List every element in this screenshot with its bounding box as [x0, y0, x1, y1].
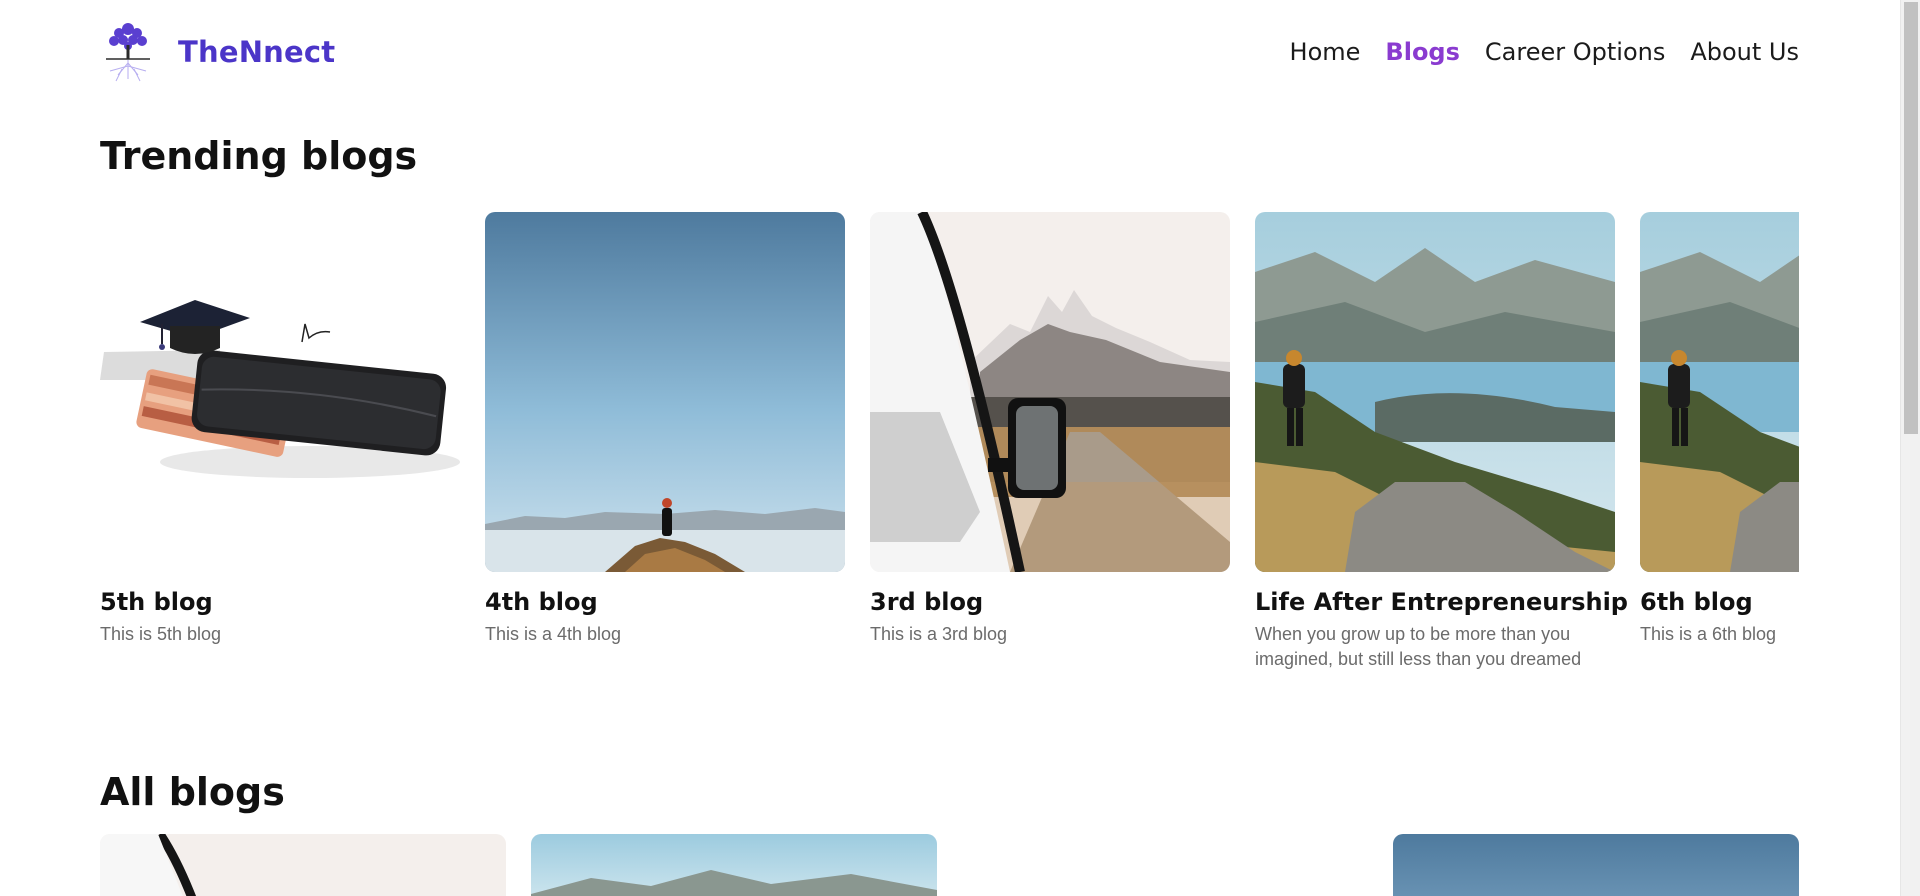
blog-thumbnail[interactable]	[1393, 834, 1799, 896]
scrollbar-thumb[interactable]	[1904, 2, 1918, 434]
blog-card-description: This is a 3rd blog	[870, 624, 1008, 644]
blog-card-description: This is a 4th blog	[485, 624, 622, 644]
nav-blogs[interactable]: Blogs	[1385, 38, 1459, 66]
nav-home[interactable]: Home	[1290, 38, 1361, 66]
blog-card-title: 3rd blog	[870, 588, 984, 616]
blog-card-title: Life After Entrepreneurship	[1255, 588, 1628, 616]
all-blogs-title: All blogs	[100, 770, 285, 814]
blog-card[interactable]: 4th blog This is a 4th blog	[485, 212, 845, 682]
blog-image-mountain-sky	[485, 212, 845, 572]
blog-card-title: 4th blog	[485, 588, 598, 616]
blog-card[interactable]: 6th blog This is a 6th blog	[1640, 212, 1799, 682]
trending-carousel: 5th blog This is 5th blog 4th blog This …	[100, 212, 1799, 682]
blog-card[interactable]: Life After Entrepreneurship When you gro…	[1255, 212, 1628, 682]
blog-card-title: 6th blog	[1640, 588, 1753, 616]
blog-image-wallet	[100, 212, 460, 572]
blog-image-hiker-valley	[1255, 212, 1615, 572]
blog-image-hiker-valley	[1640, 212, 1799, 572]
blog-card-description: This is 5th blog	[100, 624, 222, 644]
blog-thumbnail[interactable]	[531, 834, 937, 896]
brand-name: TheNnect	[178, 35, 336, 69]
brand[interactable]: TheNnect	[100, 19, 335, 85]
main-nav: Home Blogs Career Options About Us	[1290, 38, 1799, 66]
nav-career-options[interactable]: Career Options	[1485, 38, 1665, 66]
nav-about-us[interactable]: About Us	[1690, 38, 1799, 66]
trending-title: Trending blogs	[100, 134, 418, 178]
blog-thumbnail[interactable]	[100, 834, 506, 896]
tree-logo-icon	[106, 23, 150, 82]
blog-card[interactable]: 3rd blog This is a 3rd blog	[870, 212, 1230, 682]
blog-card-description: This is a 6th blog	[1640, 624, 1777, 644]
all-blogs-grid	[100, 834, 1799, 896]
blog-card[interactable]: 5th blog This is 5th blog	[100, 212, 460, 682]
blog-card-description: When you grow up to be more than you ima…	[1255, 624, 1582, 669]
site-header: TheNnect Home Blogs Career Options About…	[100, 18, 1799, 86]
blog-image-car-mountains	[870, 212, 1230, 572]
blog-card-title: 5th blog	[100, 588, 213, 616]
page-scrollbar[interactable]	[1900, 0, 1920, 896]
